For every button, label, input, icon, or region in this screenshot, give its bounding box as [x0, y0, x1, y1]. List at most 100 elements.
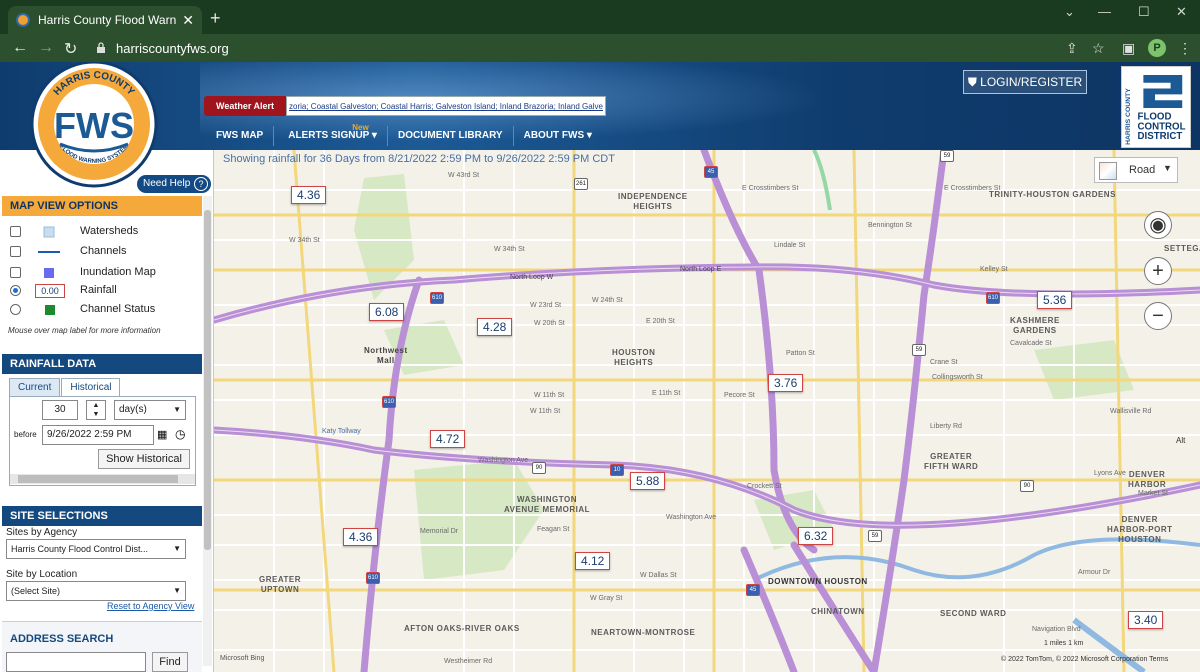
browser-tab[interactable]: Harris County Flood Warning Sys ✕ — [8, 6, 202, 34]
channels-checkbox[interactable] — [10, 246, 21, 257]
rainfall-legend-icon: 0.00 — [35, 284, 65, 298]
site-selections-heading: SITE SELECTIONS — [2, 506, 202, 526]
rainfall-gauge-label[interactable]: 4.28 — [477, 318, 513, 336]
target-icon: ◉ — [1149, 214, 1167, 236]
find-button[interactable]: Find — [152, 652, 188, 672]
rainfall-gauge-label[interactable]: 5.88 — [630, 472, 666, 490]
us-90-shield-icon: 90 — [532, 462, 546, 474]
place-label: NEARTOWN-MONTROSE — [591, 628, 696, 637]
new-badge: New — [352, 123, 369, 132]
address-input[interactable] — [6, 652, 146, 672]
street-label: Memorial Dr — [420, 528, 459, 535]
login-register-button[interactable]: ⛊ LOGIN/REGISTER — [963, 70, 1087, 94]
zoom-in-button[interactable]: + — [1144, 257, 1172, 285]
share-icon[interactable]: ⇪ — [1066, 40, 1078, 57]
bookmark-star-icon[interactable]: ☆ — [1092, 40, 1105, 57]
channel-status-radio[interactable] — [10, 304, 21, 315]
inundation-checkbox[interactable] — [10, 267, 21, 278]
minimize-icon[interactable]: — — [1098, 4, 1111, 19]
map-canvas[interactable]: Showing rainfall for 36 Days from 8/21/2… — [214, 150, 1200, 672]
back-icon[interactable]: ← — [12, 39, 28, 57]
maximize-icon[interactable]: ☐ — [1138, 4, 1150, 20]
map-attribution[interactable]: © 2022 TomTom, © 2022 Microsoft Corporat… — [1001, 656, 1168, 663]
reset-agency-link[interactable]: Reset to Agency View — [107, 601, 194, 611]
basemap-value: Road — [1129, 164, 1156, 176]
period-stepper[interactable]: ▲ ▼ — [86, 400, 106, 420]
period-input[interactable]: 30 — [42, 400, 78, 420]
basemap-select[interactable]: Road ▼ — [1094, 157, 1178, 183]
alt-label: Alt — [1176, 436, 1186, 445]
place-label: DOWNTOWN HOUSTON — [768, 577, 868, 586]
watersheds-checkbox[interactable] — [10, 226, 21, 237]
need-help-button[interactable]: Need Help? — [137, 175, 211, 193]
show-historical-button[interactable]: Show Historical — [98, 449, 190, 469]
option-watersheds[interactable]: Watersheds — [10, 224, 200, 240]
street-label: W 20th St — [534, 320, 565, 327]
locate-me-button[interactable]: ◉ — [1144, 211, 1172, 239]
new-tab-button[interactable]: + — [210, 8, 221, 29]
horizontal-scrollbar[interactable] — [10, 474, 195, 484]
map-scale: 1 miles 1 km — [1044, 640, 1084, 647]
watersheds-label: Watersheds — [80, 225, 139, 237]
tab-close-icon[interactable]: ✕ — [182, 12, 194, 29]
nav-alerts-signup[interactable]: ALERTS SIGNUP ▾ New — [274, 123, 388, 146]
tab-historical[interactable]: Historical — [61, 378, 121, 396]
interstate-10-shield-icon: 10 — [610, 464, 624, 476]
rainfall-gauge-label[interactable]: 6.08 — [369, 303, 405, 321]
sidebar-scrollbar-thumb[interactable] — [204, 210, 211, 550]
address-search-heading: ADDRESS SEARCH — [10, 633, 114, 645]
nav-fws-map[interactable]: FWS MAP — [206, 126, 275, 146]
rainfall-gauge-label[interactable]: 4.72 — [430, 430, 466, 448]
option-inundation-map[interactable]: Inundation Map — [10, 265, 200, 281]
street-label: W 23rd St — [530, 302, 562, 309]
option-channel-status[interactable]: Channel Status — [10, 302, 200, 318]
hcfcd-logo[interactable]: HARRIS COUNTY FLOOD CONTROL DISTRICT — [1121, 66, 1191, 148]
street-label: Lyons Ave — [1094, 470, 1126, 477]
before-label: before — [14, 430, 37, 439]
sidebar-panel-icon[interactable]: ▣ — [1122, 40, 1135, 57]
fws-logo[interactable]: HARRIS COUNTY FLOOD WARNING SYSTEM FWS — [22, 62, 166, 192]
rainfall-radio[interactable] — [10, 285, 21, 296]
rainfall-gauge-label[interactable]: 4.36 — [291, 186, 327, 204]
before-date-input[interactable]: 9/26/2022 2:59 PM — [42, 425, 154, 445]
profile-avatar[interactable]: P — [1148, 39, 1166, 57]
street-label: Kelley St — [980, 266, 1008, 273]
site-by-location-label: Site by Location — [6, 569, 78, 580]
logo-fws-text: FWS — [54, 105, 134, 146]
channels-label: Channels — [80, 245, 127, 257]
period-unit-select[interactable]: day(s) ▼ — [114, 400, 186, 420]
tab-title: Harris County Flood Warning Sys — [38, 13, 177, 27]
rainfall-gauge-label[interactable]: 3.40 — [1128, 611, 1164, 629]
url-text[interactable]: harriscountyfws.org — [116, 41, 229, 56]
close-window-icon[interactable]: ✕ — [1176, 4, 1187, 20]
interstate-610-shield-icon: 610 — [366, 572, 380, 584]
forward-icon[interactable]: → — [38, 39, 54, 57]
option-rainfall[interactable]: 0.00 Rainfall — [10, 283, 200, 299]
rainfall-gauge-label[interactable]: 3.76 — [768, 374, 804, 392]
channel-status-label: Channel Status — [80, 303, 156, 315]
agency-select[interactable]: Harris County Flood Control Dist... ▼ — [6, 539, 186, 559]
street-label: Washington Ave — [478, 457, 529, 464]
rainfall-gauge-label[interactable]: 4.36 — [343, 528, 379, 546]
minus-icon: − — [1152, 305, 1164, 327]
street-label: W Gray St — [590, 595, 623, 602]
weather-alert-ticker[interactable]: zoria; Coastal Galveston; Coastal Harris… — [286, 96, 606, 116]
channel-legend-icon — [38, 251, 60, 253]
tab-search-icon[interactable]: ⌄ — [1064, 4, 1075, 20]
mouseover-note: Mouse over map label for more informatio… — [8, 326, 161, 335]
rainfall-gauge-label[interactable]: 4.12 — [575, 552, 611, 570]
nav-about-fws[interactable]: ABOUT FWS ▾ — [514, 126, 602, 146]
nav-document-library[interactable]: DOCUMENT LIBRARY — [388, 126, 514, 146]
location-select[interactable]: (Select Site) ▼ — [6, 581, 186, 601]
place-label: CHINATOWN — [811, 607, 865, 616]
place-label: DENVER HARBOR — [1128, 470, 1167, 489]
rainfall-gauge-label[interactable]: 5.36 — [1037, 291, 1073, 309]
option-channels[interactable]: Channels — [10, 244, 200, 260]
tab-current[interactable]: Current — [9, 378, 61, 396]
menu-kebab-icon[interactable]: ⋮ — [1178, 40, 1192, 57]
reload-icon[interactable]: ↻ — [64, 39, 77, 59]
zoom-out-button[interactable]: − — [1144, 302, 1172, 330]
calendar-icon[interactable]: ▦ — [157, 428, 167, 441]
rainfall-gauge-label[interactable]: 6.32 — [798, 527, 834, 545]
clock-icon[interactable]: ◷ — [175, 427, 185, 441]
